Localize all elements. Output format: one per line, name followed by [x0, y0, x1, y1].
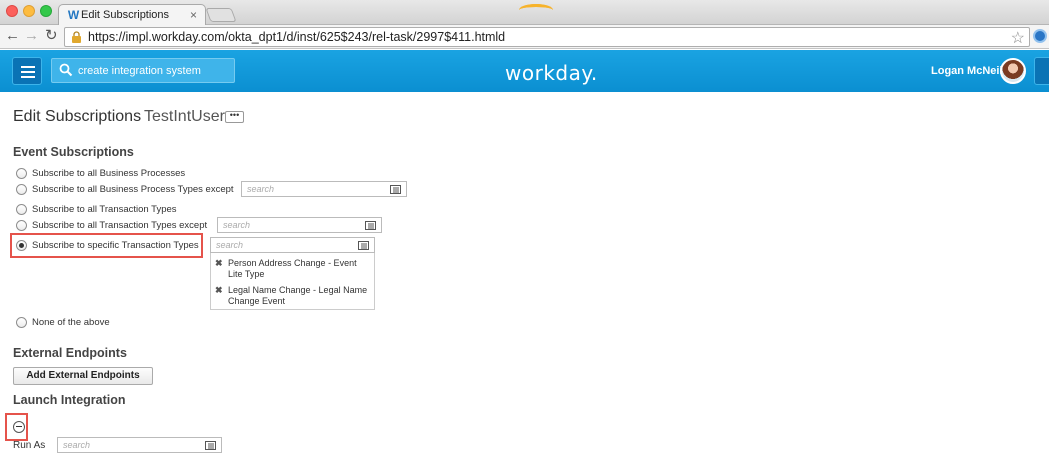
run-as-search-input[interactable]: search — [57, 437, 222, 453]
browser-toolbar: ← → ↻ https://impl.workday.com/okta_dpt1… — [0, 25, 1049, 49]
prompt-list-icon[interactable] — [205, 441, 216, 450]
lock-icon — [72, 31, 81, 43]
radio-label: None of the above — [32, 317, 110, 328]
prompt-list-icon[interactable] — [365, 221, 376, 230]
radio-label: Subscribe to specific Transaction Types — [32, 240, 199, 251]
radio-button[interactable] — [16, 317, 27, 328]
remove-item-icon[interactable]: ✖ — [215, 258, 223, 269]
extension-icon[interactable] — [1033, 29, 1047, 43]
bookmark-star-icon[interactable]: ☆ — [1011, 28, 1025, 48]
launch-integration-heading: Launch Integration — [13, 393, 126, 407]
specific-transaction-types-search-input[interactable]: search — [210, 237, 375, 253]
zoom-window-button[interactable] — [40, 5, 52, 17]
user-name[interactable]: Logan McNeil — [931, 65, 1003, 77]
forward-arrow-icon[interactable]: → — [24, 27, 39, 45]
back-arrow-icon[interactable]: ← — [5, 27, 20, 45]
bp-types-except-search-input[interactable]: search — [241, 181, 407, 197]
global-search-input[interactable]: create integration system — [51, 58, 235, 83]
radio-button[interactable] — [16, 220, 27, 231]
close-window-button[interactable] — [6, 5, 18, 17]
page-title: Edit Subscriptions — [13, 108, 142, 125]
avatar[interactable] — [1000, 58, 1026, 84]
radio-label: Subscribe to all Transaction Types — [32, 204, 177, 215]
remove-item-icon[interactable]: ✖ — [215, 285, 223, 296]
radio-label: Subscribe to all Business Processes — [32, 168, 186, 179]
selected-item-label: Legal Name Change - Legal Name Change Ev… — [228, 285, 368, 306]
hamburger-menu-button[interactable] — [12, 57, 42, 85]
menu-line-icon — [21, 76, 35, 78]
menu-line-icon — [21, 66, 35, 68]
tab-title: Edit Subscriptions — [81, 9, 170, 21]
inbox-button[interactable] — [1034, 57, 1049, 85]
new-tab-button[interactable] — [205, 8, 237, 22]
search-placeholder: search — [223, 220, 251, 230]
page-subtitle: TestIntUser — [144, 108, 225, 125]
remove-row-button[interactable] — [13, 421, 25, 433]
search-icon — [59, 63, 73, 77]
search-placeholder: search — [63, 440, 91, 450]
tab-close-icon[interactable]: × — [190, 8, 197, 22]
workday-logo[interactable]: workday. — [505, 61, 598, 85]
browser-tab[interactable]: W Edit Subscriptions × — [58, 4, 206, 26]
search-placeholder: search — [247, 184, 275, 194]
add-external-endpoints-button[interactable]: Add External Endpoints — [13, 367, 153, 385]
radio-label: Subscribe to all Transaction Types excep… — [32, 220, 208, 231]
menu-line-icon — [21, 71, 35, 73]
external-endpoints-heading: External Endpoints — [13, 346, 127, 360]
search-query: create integration system — [78, 65, 201, 77]
workday-header: create integration system workday. Logan… — [0, 4, 1049, 92]
related-actions-button[interactable]: ••• — [225, 111, 244, 123]
minimize-window-button[interactable] — [23, 5, 35, 17]
radio-button[interactable] — [16, 204, 27, 215]
event-subscriptions-heading: Event Subscriptions — [13, 145, 134, 159]
url-text: https://impl.workday.com/okta_dpt1/d/ins… — [88, 30, 506, 44]
workday-favicon-icon: W — [67, 8, 80, 22]
workday-logo-sun-icon — [519, 4, 553, 16]
selected-transaction-types-list: ✖ Person Address Change - Event Lite Typ… — [210, 253, 375, 310]
selected-item-label: Person Address Change - Event Lite Type — [228, 258, 357, 279]
prompt-list-icon[interactable] — [358, 241, 369, 250]
reload-icon[interactable]: ↻ — [45, 27, 58, 45]
run-as-label: Run As — [13, 440, 46, 451]
transaction-types-except-search-input[interactable]: search — [217, 217, 382, 233]
search-placeholder: search — [216, 240, 244, 250]
radio-button[interactable] — [16, 184, 27, 195]
radio-label: Subscribe to all Business Process Types … — [32, 184, 234, 195]
radio-button-selected[interactable] — [16, 240, 27, 251]
address-bar[interactable]: https://impl.workday.com/okta_dpt1/d/ins… — [64, 27, 1030, 47]
radio-button[interactable] — [16, 168, 27, 179]
prompt-list-icon[interactable] — [390, 185, 401, 194]
